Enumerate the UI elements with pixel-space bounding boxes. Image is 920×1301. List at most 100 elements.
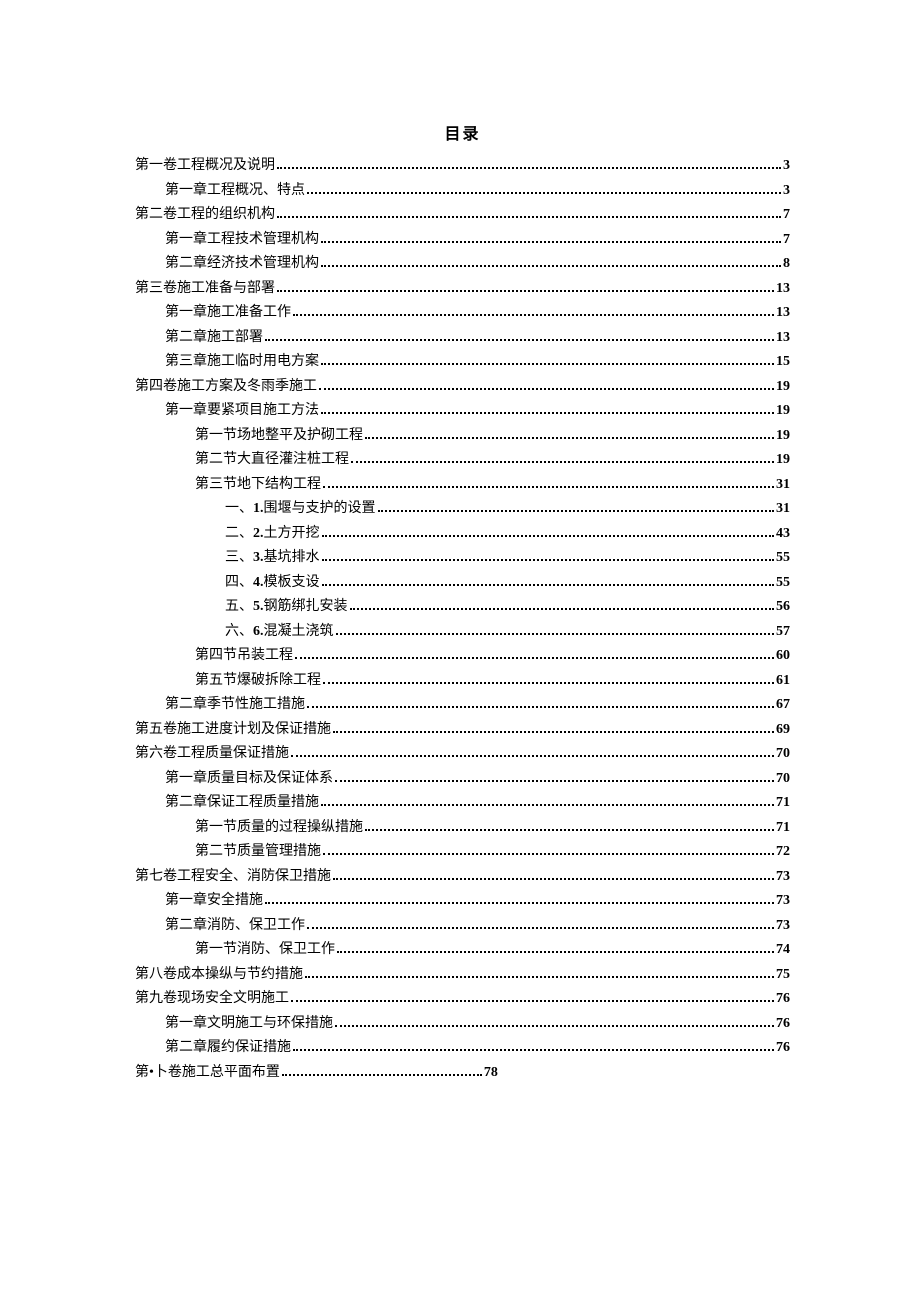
toc-entry: 六、6.混凝土浇筑 57 [135,620,790,645]
toc-leader-dots [322,584,775,586]
toc-entry-page: 13 [776,301,790,326]
toc-leader-dots [378,510,775,512]
toc-entry-page: 69 [776,718,790,743]
toc-entry-page: 60 [776,644,790,669]
toc-entry-page: 61 [776,669,790,694]
toc-leader-dots [321,265,781,267]
toc-entry-page: 76 [776,1012,790,1037]
toc-leader-dots [321,804,774,806]
toc-entry-label: 第七卷工程安全、消防保卫措施 [135,865,331,890]
toc-entry-page: 19 [776,399,790,424]
toc-entry-page: 75 [776,963,790,988]
toc-entry-page: 19 [776,448,790,473]
toc-entry: 第二节大直径灌注桩工程 19 [135,448,790,473]
toc-entry-page: 73 [776,865,790,890]
toc-entry: 三、3.基坑排水 55 [135,546,790,571]
toc-entry: 第一章质量目标及保证体系 70 [135,767,790,792]
toc-entry-page: 74 [776,938,790,963]
toc-entry: 第二章季节性施工措施67 [135,693,790,718]
toc-entry-page: 72 [776,840,790,865]
toc-leader-dots [293,1049,774,1051]
toc-entry-page: 78 [484,1061,498,1086]
toc-entry-label: 第•卜卷施工总平面布置 [135,1061,280,1086]
toc-entry-label: 第二章经济技术管理机构 [165,252,319,277]
toc-entry-page: 57 [776,620,790,645]
toc-entry-page: 31 [776,497,790,522]
toc-leader-dots [365,829,774,831]
toc-entry-label: 六、6.混凝土浇筑 [225,620,334,645]
toc-entry: 第二章履约保证措施76 [135,1036,790,1061]
toc-leader-dots [321,241,781,243]
toc-entry-label: 第一章质量目标及保证体系 [165,767,333,792]
toc-entry-label: 第一章要紧项目施工方法 [165,399,319,424]
toc-entry-page: 13 [776,277,790,302]
toc-leader-dots [305,976,774,978]
toc-leader-dots [265,339,774,341]
toc-entry-page: 70 [776,767,790,792]
toc-entry: 第七卷工程安全、消防保卫措施 73 [135,865,790,890]
toc-entry-label: 第三章施工临时用电方案 [165,350,319,375]
toc-entry-label: 第二节大直径灌注桩工程 [195,448,349,473]
toc-entry-label: 第二章季节性施工措施 [165,693,305,718]
toc-leader-dots [336,633,775,635]
toc-entry-page: 70 [776,742,790,767]
toc-entry: 四、4.模板支设55 [135,571,790,596]
toc-entry-label: 第六卷工程质量保证措施 [135,742,289,767]
toc-entry: 第三章施工临时用电方案15 [135,350,790,375]
toc-entry-label: 第九卷现场安全文明施工 [135,987,289,1012]
toc-entry-page: 8 [783,252,790,277]
toc-entry: 第一章安全措施 73 [135,889,790,914]
toc-entry-label: 第一章工程技术管理机构 [165,228,319,253]
toc-leader-dots [322,559,775,561]
toc-list: 第一卷工程概况及说明3第一章工程概况、特点3第二卷工程的组织机构7第一章工程技术… [135,154,790,1085]
toc-entry: 第一章工程技术管理机构7 [135,228,790,253]
toc-leader-dots [335,1025,774,1027]
toc-entry-label: 第一节质量的过程操纵措施 [195,816,363,841]
toc-leader-dots [321,363,774,365]
toc-leader-dots [277,216,781,218]
toc-leader-dots [350,608,775,610]
toc-leader-dots [295,657,774,659]
toc-leader-dots [282,1074,482,1076]
toc-entry-label: 一、1.围堰与支护的设置 [225,497,376,522]
toc-entry: 第二章保证工程质量措施71 [135,791,790,816]
toc-entry-label: 第二节质量管理措施 [195,840,321,865]
toc-leader-dots [277,167,781,169]
toc-entry-page: 43 [776,522,790,547]
toc-entry: 第三卷施工准备与部署 13 [135,277,790,302]
toc-entry-label: 第二章消防、保卫工作 [165,914,305,939]
toc-entry: 第二章经济技术管理机构 8 [135,252,790,277]
toc-entry-label: 第一章工程概况、特点 [165,179,305,204]
toc-entry-label: 三、3.基坑排水 [225,546,320,571]
toc-entry-page: 31 [776,473,790,498]
toc-entry-label: 第五卷施工进度计划及保证措施 [135,718,331,743]
toc-entry: 第五节爆破拆除工程61 [135,669,790,694]
toc-entry: 第二节质量管理措施 72 [135,840,790,865]
toc-leader-dots [337,951,774,953]
toc-leader-dots [333,878,774,880]
toc-entry-page: 76 [776,987,790,1012]
toc-entry: 一、1.围堰与支护的设置 31 [135,497,790,522]
toc-leader-dots [321,412,774,414]
toc-entry-page: 19 [776,375,790,400]
toc-entry-label: 第一章安全措施 [165,889,263,914]
toc-leader-dots [307,706,774,708]
toc-leader-dots [351,461,774,463]
toc-entry-page: 73 [776,889,790,914]
toc-leader-dots [323,853,774,855]
toc-leader-dots [323,682,774,684]
toc-entry-label: 第二章履约保证措施 [165,1036,291,1061]
toc-leader-dots [291,755,774,757]
toc-entry-page: 55 [776,546,790,571]
toc-leader-dots [265,902,774,904]
toc-entry-label: 第四节吊装工程 [195,644,293,669]
toc-entry-page: 56 [776,595,790,620]
toc-entry: 第一章文明施工与环保措施76 [135,1012,790,1037]
toc-entry: 第二卷工程的组织机构7 [135,203,790,228]
toc-entry: 二、2.土方开挖 43 [135,522,790,547]
toc-leader-dots [307,927,774,929]
toc-entry: 第一章工程概况、特点3 [135,179,790,204]
toc-entry-label: 第三卷施工准备与部署 [135,277,275,302]
toc-entry-label: 二、2.土方开挖 [225,522,320,547]
toc-leader-dots [291,1000,774,1002]
